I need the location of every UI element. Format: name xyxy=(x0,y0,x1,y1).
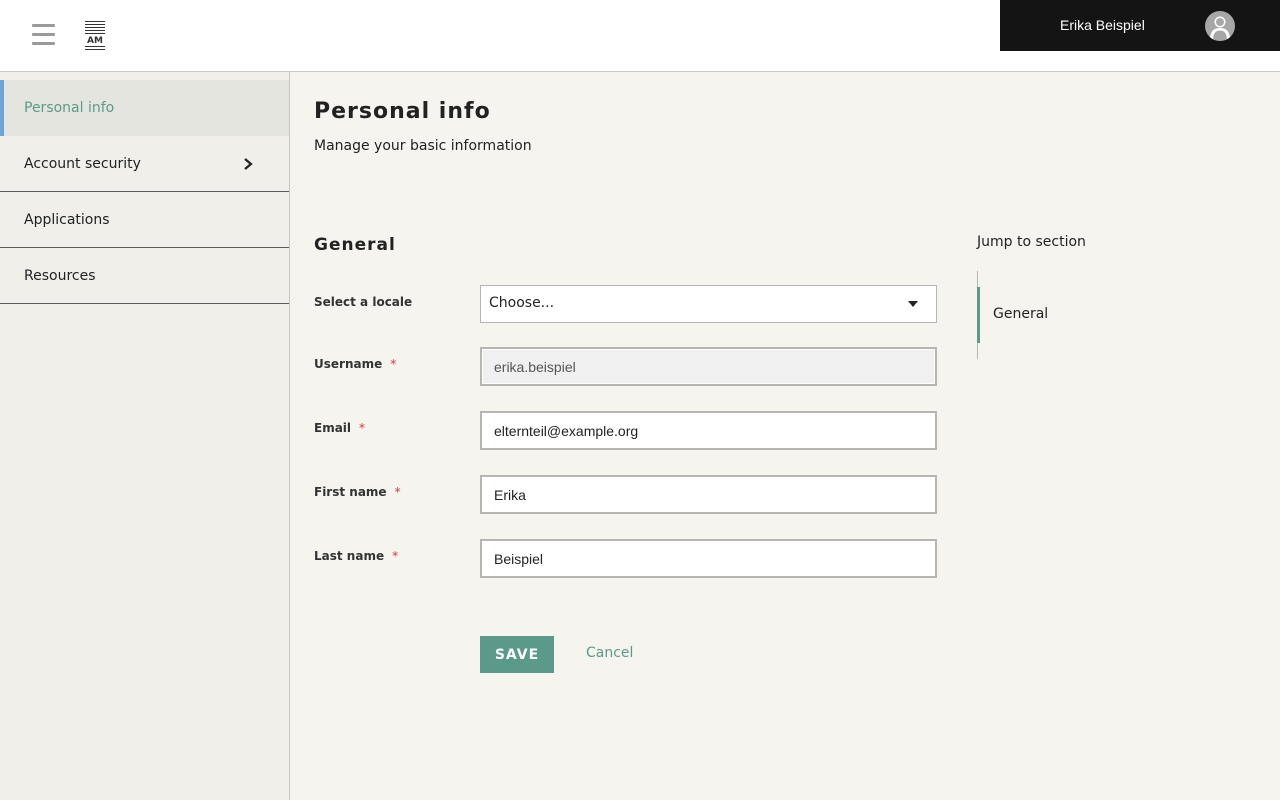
sidebar-item-account-security[interactable]: Account security xyxy=(0,136,289,192)
school-logo: AM xyxy=(85,21,105,51)
hamburger-menu-icon[interactable] xyxy=(32,24,56,46)
sidebar-item-label: Personal info xyxy=(24,100,115,116)
email-label: Email * xyxy=(314,421,366,435)
locale-select[interactable]: Choose... xyxy=(480,285,937,323)
svg-text:AM: AM xyxy=(87,36,103,46)
user-avatar-icon[interactable] xyxy=(1205,11,1235,41)
email-field[interactable] xyxy=(480,411,937,450)
save-button[interactable]: SAVE xyxy=(480,636,554,673)
section-title-general: General xyxy=(314,235,396,255)
page-title: Personal info xyxy=(314,99,491,124)
locale-selected-value: Choose... xyxy=(489,295,555,311)
sidebar-item-label: Resources xyxy=(24,268,96,284)
jump-active-indicator xyxy=(977,287,980,343)
last-name-field[interactable] xyxy=(480,539,937,578)
cancel-link[interactable]: Cancel xyxy=(586,645,633,661)
required-marker: * xyxy=(390,357,397,371)
jump-to-section-title: Jump to section xyxy=(977,234,1086,250)
user-menu[interactable]: Erika Beispiel xyxy=(1000,0,1280,51)
sidebar-item-label: Applications xyxy=(24,212,110,228)
required-marker: * xyxy=(394,485,401,499)
first-name-label: First name * xyxy=(314,485,401,499)
page-subtitle: Manage your basic information xyxy=(314,138,532,154)
locale-label: Select a locale xyxy=(314,295,413,309)
last-name-label: Last name * xyxy=(314,549,399,563)
first-name-field[interactable] xyxy=(480,475,937,514)
user-name[interactable]: Erika Beispiel xyxy=(1060,17,1145,33)
top-header: AM Erika Beispiel xyxy=(0,0,1280,72)
caret-down-icon xyxy=(908,301,918,307)
jump-link-general[interactable]: General xyxy=(993,306,1048,322)
username-label: Username * xyxy=(314,357,397,371)
username-field[interactable] xyxy=(480,347,937,386)
required-marker: * xyxy=(392,549,399,563)
sidebar-item-resources[interactable]: Resources xyxy=(0,248,289,304)
required-marker: * xyxy=(359,421,366,435)
sidebar-item-label: Account security xyxy=(24,156,141,172)
sidebar-item-applications[interactable]: Applications xyxy=(0,192,289,248)
sidebar-nav: Personal info Account security Applicati… xyxy=(0,72,290,800)
chevron-right-icon xyxy=(244,158,253,170)
sidebar-item-personal-info[interactable]: Personal info xyxy=(0,80,289,136)
